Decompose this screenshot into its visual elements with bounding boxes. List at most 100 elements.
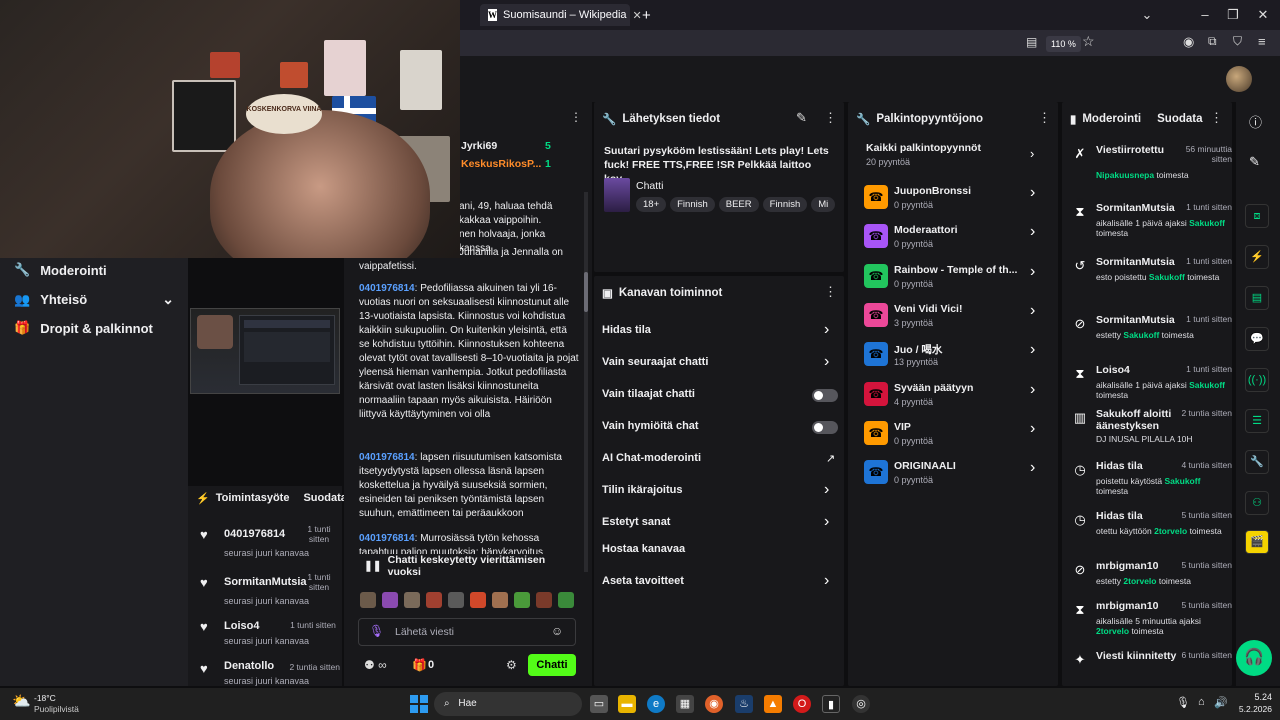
network-icon[interactable]: ⌂ <box>1198 696 1205 708</box>
emote-picker-icon[interactable]: ☺ <box>551 624 563 638</box>
emote-icon[interactable] <box>426 592 442 608</box>
tag[interactable]: Mi <box>811 197 836 212</box>
moderation-entry[interactable]: ◷ Hidas tila 4 tuntia sitten poistettu kä… <box>1070 460 1232 508</box>
kebab-icon[interactable]: ⋮ <box>1038 110 1051 126</box>
edge-icon[interactable]: e <box>647 695 665 713</box>
community-points-icon[interactable]: ⚉ ∞ <box>364 658 387 672</box>
reward-row[interactable]: ☎ Moderaattori 0 pyyntöä › <box>864 221 1044 255</box>
activity-item[interactable]: ♥ Denatollo 2 tuntia sitten seurasi juur… <box>188 656 342 686</box>
bolt-icon[interactable]: ⚡ <box>1245 245 1269 269</box>
windows-start-icon[interactable] <box>410 695 428 713</box>
toggle-switch[interactable] <box>812 389 838 402</box>
mod-filter[interactable]: Suodata <box>1157 113 1202 125</box>
reward-row[interactable]: ☎ VIP 0 pyyntöä › <box>864 418 1044 452</box>
emote-icon[interactable] <box>514 592 530 608</box>
taskview-icon[interactable]: ▭ <box>590 695 608 713</box>
kebab-icon[interactable]: ⋮ <box>824 110 837 126</box>
action-row[interactable]: Vain tilaajat chatti <box>594 388 844 414</box>
action-row[interactable]: Tilin ikärajoitus › <box>594 481 844 510</box>
new-tab-button[interactable]: + <box>634 4 659 26</box>
all-rewards-row[interactable]: Kaikki palkintopyynnöt 20 pyyntöä › <box>866 142 1042 172</box>
shield-extension-icon[interactable]: ⛉ <box>1233 34 1242 49</box>
pencil-icon[interactable]: ✎ <box>1249 154 1260 170</box>
taskbar-search[interactable]: ⌕ Hae <box>434 692 582 716</box>
emote-icon[interactable] <box>470 592 486 608</box>
tag[interactable]: Finnish <box>670 197 715 212</box>
moderation-entry[interactable]: ↺ SormitanMutsia 1 tunti sitten esto pois… <box>1070 256 1232 304</box>
mod-actor[interactable]: Sakukoff <box>1189 218 1225 228</box>
scrollbar-thumb[interactable] <box>584 272 588 312</box>
maximize-icon[interactable]: ❐ <box>1224 6 1242 24</box>
clapper-icon[interactable]: 🎬 <box>1245 530 1269 554</box>
viewer-row[interactable]: Jyrki69 5 <box>461 140 571 152</box>
store-icon[interactable]: ▦ <box>676 695 694 713</box>
toggle-switch[interactable] <box>812 421 838 434</box>
firefox-icon[interactable]: ◉ <box>705 695 723 713</box>
edit-icon[interactable]: ✎ <box>796 110 807 126</box>
send-chat-button[interactable]: Chatti <box>528 654 576 676</box>
mod-actor[interactable]: Sakukoff <box>1165 476 1201 486</box>
action-row[interactable]: Vain hymiöitä chat <box>594 420 844 446</box>
chat-input[interactable]: 🎙 Lähetä viesti ☺ <box>358 618 576 646</box>
action-row[interactable]: Estetyt sanat › <box>594 513 844 542</box>
action-row[interactable]: Vain seuraajat chatti › <box>594 353 844 382</box>
mod-actor[interactable]: 2torvelo <box>1123 576 1156 586</box>
reward-row[interactable]: ☎ Syvään päätyyn 4 pyyntöä › <box>864 379 1044 413</box>
moderation-entry[interactable]: ✦ Viesti kiinnitetty 6 tuntia sitten <box>1070 650 1232 686</box>
users-icon[interactable]: ⚇ <box>1245 491 1269 515</box>
chat-username[interactable]: 0401976814 <box>359 283 415 294</box>
nav-item-moderation[interactable]: 🔧 Moderointi <box>14 262 107 278</box>
opera-icon[interactable]: O <box>793 695 811 713</box>
emote-icon[interactable] <box>536 592 552 608</box>
viewer-row[interactable]: KeskusRikosP... 1 <box>461 158 571 170</box>
category-name[interactable]: Chatti <box>636 180 663 192</box>
tag[interactable]: Finnish <box>762 197 808 212</box>
extensions-icon[interactable]: ⧉ <box>1208 34 1217 49</box>
emote-icon[interactable] <box>404 592 420 608</box>
action-row[interactable]: AI Chat-moderointi ↗ <box>594 452 844 478</box>
moderation-entry[interactable]: ⧗ mrbigman10 5 tuntia sitten aikalisälle … <box>1070 600 1232 648</box>
steam-icon[interactable]: ♨ <box>735 695 753 713</box>
info-icon[interactable]: ⓘ <box>1249 112 1262 131</box>
weather-icon[interactable]: ⛅ <box>12 692 31 710</box>
moderation-entry[interactable]: ◷ Hidas tila 5 tuntia sitten otettu käytt… <box>1070 510 1232 558</box>
chat-username[interactable]: 0401976814 <box>359 452 415 463</box>
terminal-icon[interactable]: ▮ <box>822 695 840 713</box>
file-explorer-icon[interactable]: ▬ <box>618 695 636 713</box>
vlc-icon[interactable]: ▲ <box>764 695 782 713</box>
layout-icon[interactable]: ☰ <box>1245 409 1269 433</box>
close-window-icon[interactable]: ✕ <box>1254 6 1272 24</box>
reward-row[interactable]: ☎ Veni Vidi Vici! 3 pyyntöä › <box>864 300 1044 334</box>
activity-item[interactable]: ♥ 0401976814 1 tunti sitten seurasi juur… <box>188 522 342 568</box>
reward-row[interactable]: ☎ Rainbow - Temple of th... 0 pyyntöä › <box>864 261 1044 295</box>
activity-filter[interactable]: Suodata <box>303 492 346 505</box>
browser-tab[interactable]: W Suomisaundi – Wikipedia ✕ <box>480 4 642 26</box>
reward-row[interactable]: ☎ JuuponBronssi 0 pyyntöä › <box>864 182 1044 216</box>
nav-item-drops[interactable]: 🎁 Dropit & palkinnot <box>14 320 153 336</box>
emote-icon[interactable] <box>448 592 464 608</box>
chat-bubble-icon[interactable]: 💬 <box>1245 327 1269 351</box>
broadcast-icon[interactable]: ((·)) <box>1245 368 1269 392</box>
kebab-icon[interactable]: ⋮ <box>824 284 837 300</box>
moderation-entry[interactable]: ⊘ SormitanMutsia 1 tunti sitten estetty S… <box>1070 314 1232 362</box>
reader-view-icon[interactable]: ▤ <box>1026 35 1037 49</box>
mod-actor[interactable]: 2torvelo <box>1096 626 1129 636</box>
obs-icon[interactable]: ◎ <box>852 695 870 713</box>
gift-icon[interactable]: 🎁 <box>412 658 427 672</box>
emote-icon[interactable] <box>360 592 376 608</box>
stream-preview[interactable] <box>190 308 340 394</box>
mod-actor[interactable]: Sakukoff <box>1123 330 1159 340</box>
chat-paused-banner[interactable]: ❚❚ Chatti keskeytetty vierittämisen vuok… <box>354 554 580 578</box>
moderation-entry[interactable]: ⧗ Loiso4 1 tunti sitten aikalisälle 1 päi… <box>1070 364 1232 412</box>
mod-actor[interactable]: Nipakuusnepa <box>1096 170 1154 180</box>
tag[interactable]: 18+ <box>636 197 667 212</box>
microphone-tray-icon[interactable]: 🎙 <box>1176 696 1190 709</box>
tag[interactable]: BEER <box>718 197 759 212</box>
category-box-art[interactable] <box>604 178 630 212</box>
action-row[interactable]: Hidas tila › <box>594 321 844 350</box>
headset-help-icon[interactable]: 🎧 <box>1236 640 1272 676</box>
tab-list-icon[interactable]: ⌄ <box>1138 6 1156 24</box>
activity-item[interactable]: ♥ SormitanMutsia 1 tunti sitten seurasi … <box>188 570 342 616</box>
microphone-icon[interactable]: 🎙 <box>369 624 384 638</box>
action-row[interactable]: Hostaa kanavaa <box>594 543 844 569</box>
